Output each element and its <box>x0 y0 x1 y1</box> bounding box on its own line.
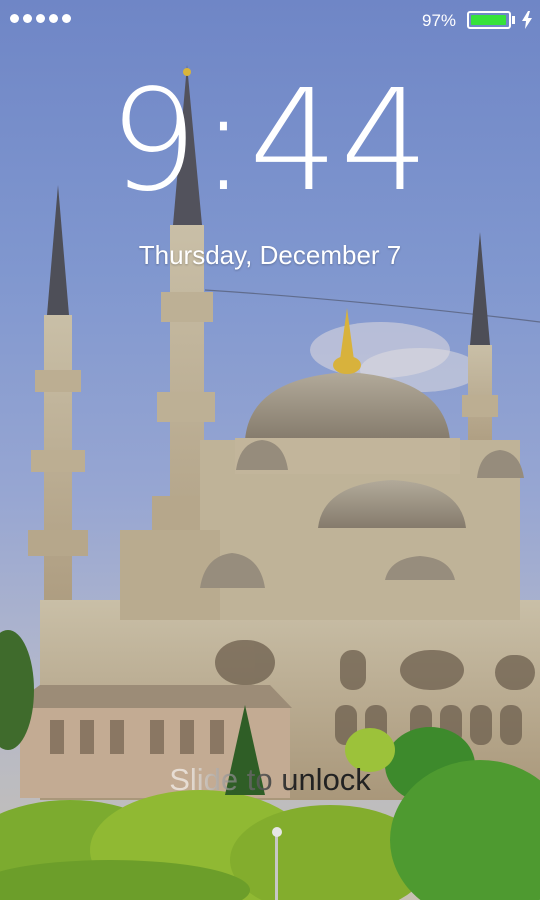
lock-screen-time: 9:44 <box>108 60 432 223</box>
battery-tip <box>512 16 515 24</box>
status-bar: 97% <box>0 0 540 40</box>
lock-screen-date: Thursday, December 7 <box>138 240 402 270</box>
signal-strength-icon <box>10 14 71 23</box>
lock-screen[interactable]: 97% 9:44 Thursday, December 7 Slide to u… <box>0 0 540 900</box>
battery-percentage: 97% <box>422 11 457 30</box>
lightning-bolt-icon <box>522 11 532 29</box>
battery-icon <box>467 11 511 29</box>
slide-to-unlock[interactable]: Slide to unlock <box>0 762 540 798</box>
battery-level-fill <box>471 15 506 25</box>
